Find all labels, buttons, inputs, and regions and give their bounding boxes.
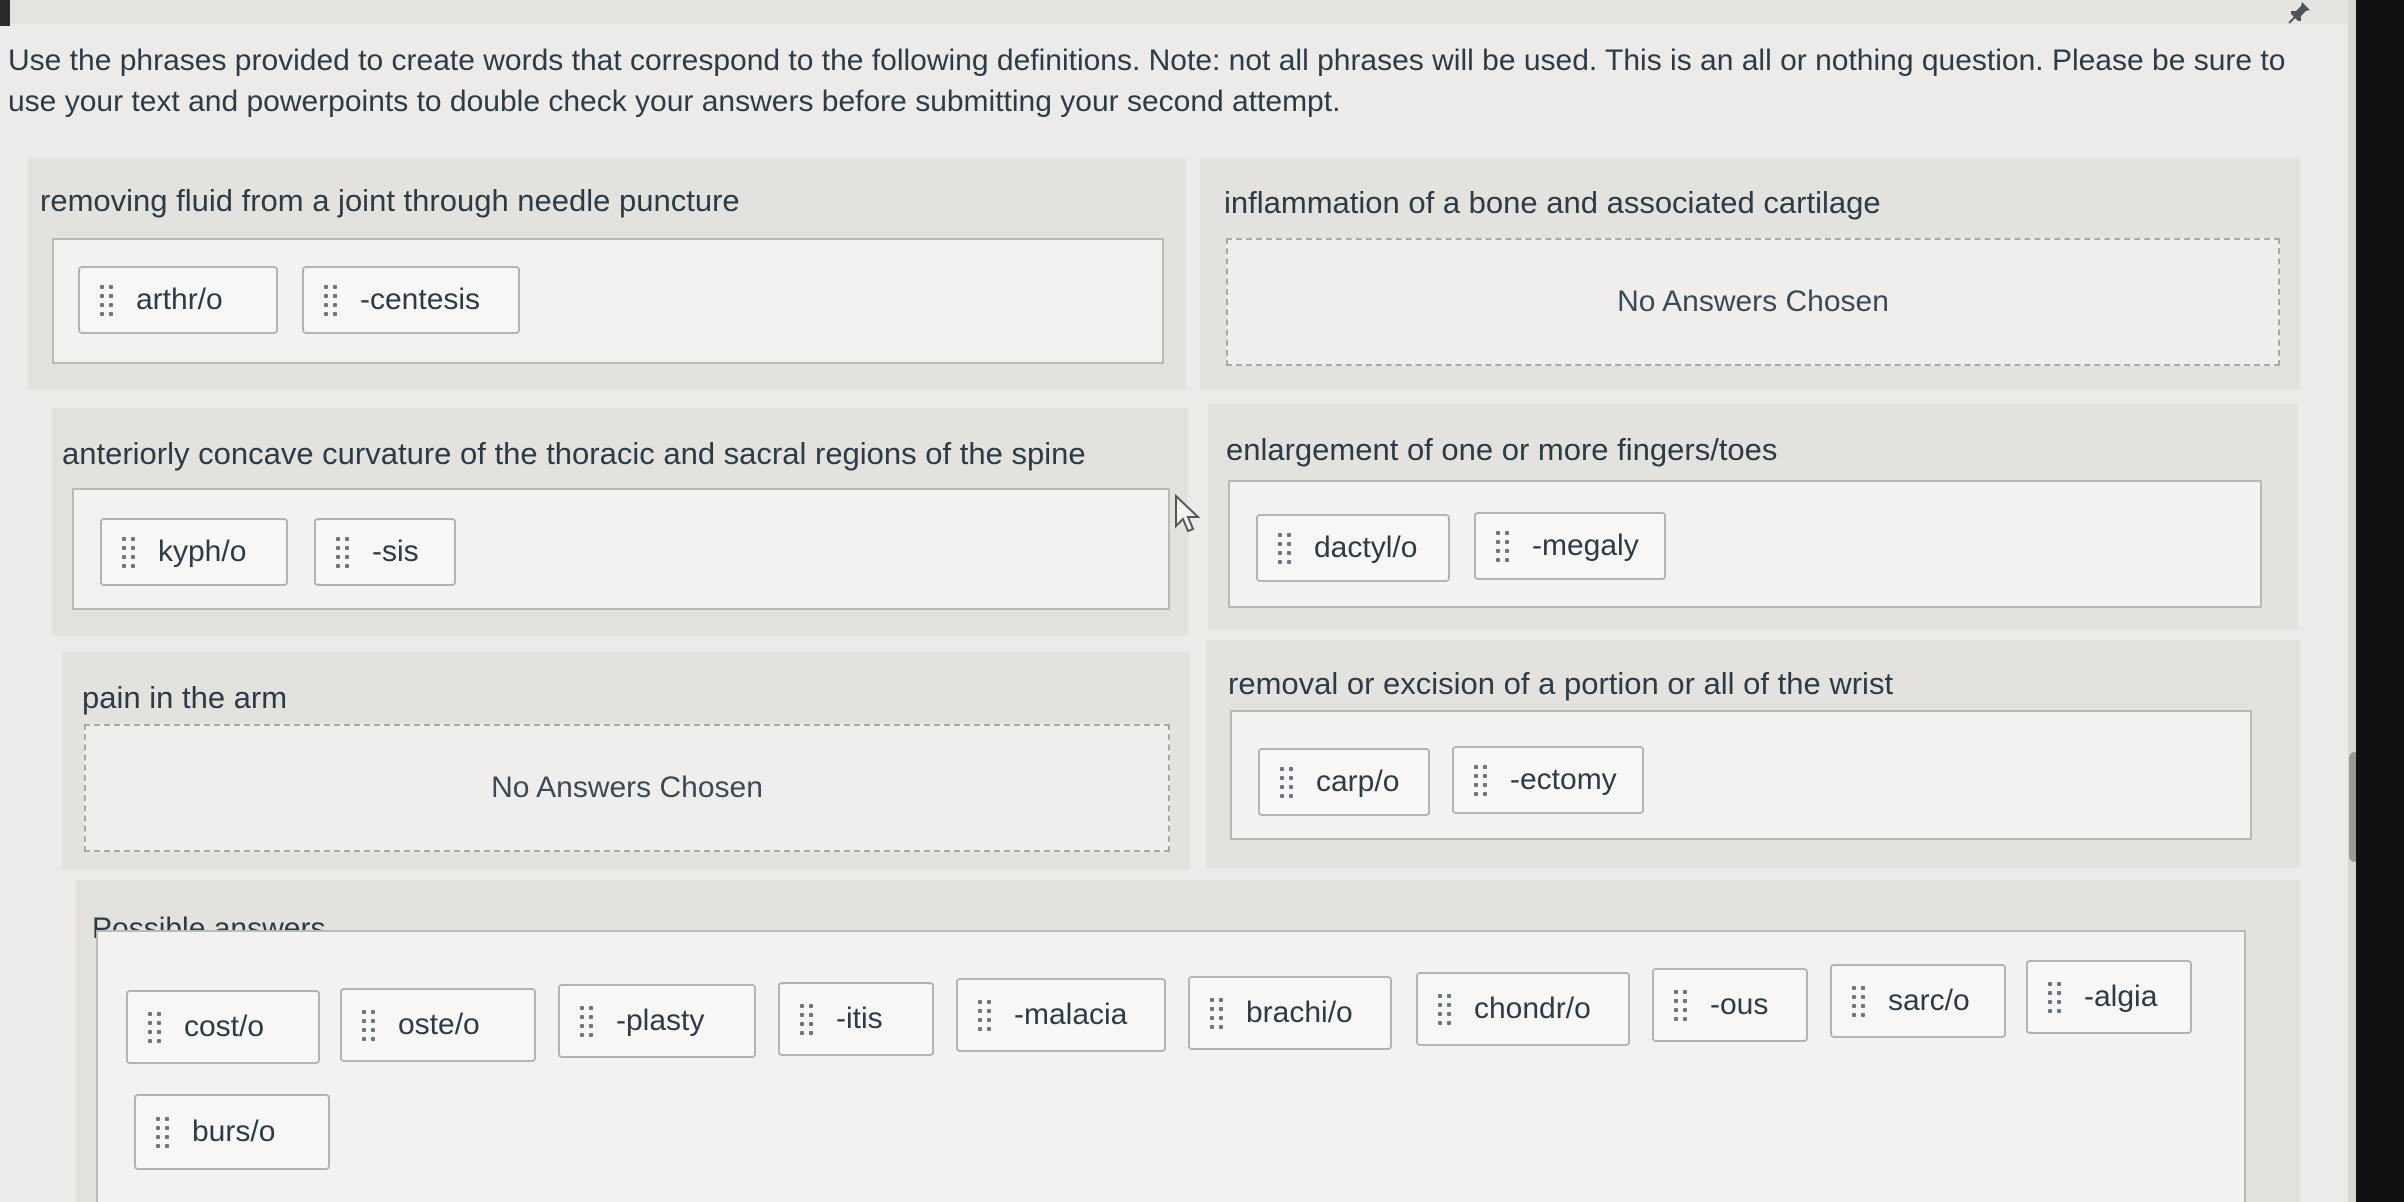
no-answers-chosen: No Answers Chosen xyxy=(1617,285,1889,318)
pool-chip-chondr[interactable]: chondr/o xyxy=(1416,972,1630,1046)
pool-chip-burs[interactable]: burs/o xyxy=(134,1094,330,1170)
drag-handle-icon[interactable] xyxy=(1674,989,1688,1021)
drag-handle-icon[interactable] xyxy=(1474,764,1488,796)
question-prompt-1: removing fluid from a joint through need… xyxy=(40,183,740,218)
drag-handle-icon[interactable] xyxy=(1280,766,1294,798)
answer-chip[interactable]: arthr/o xyxy=(78,266,278,334)
pool-chip-sarc[interactable]: sarc/o xyxy=(1830,964,2006,1038)
pool-chip-ous[interactable]: -ous xyxy=(1652,968,1808,1042)
pin-icon[interactable] xyxy=(2286,0,2312,26)
drag-handle-icon[interactable] xyxy=(362,1009,376,1041)
drag-handle-icon[interactable] xyxy=(148,1011,162,1043)
question-prompt-5: pain in the arm xyxy=(82,680,288,715)
pool-chip-algia[interactable]: -algia xyxy=(2026,960,2192,1034)
pool-chip-malacia[interactable]: -malacia xyxy=(956,978,1166,1052)
answer-chip[interactable]: -centesis xyxy=(302,266,520,334)
answer-chip[interactable]: carp/o xyxy=(1258,748,1430,816)
answer-chip[interactable]: -megaly xyxy=(1474,512,1666,580)
drag-handle-icon[interactable] xyxy=(336,536,350,568)
answer-dropzone-3[interactable]: kyph/o -sis xyxy=(72,488,1170,610)
drag-handle-icon[interactable] xyxy=(156,1116,170,1148)
drag-handle-icon[interactable] xyxy=(100,284,114,316)
answer-chip[interactable]: dactyl/o xyxy=(1256,514,1450,582)
drag-handle-icon[interactable] xyxy=(800,1003,814,1035)
left-edge-marker xyxy=(0,0,10,26)
mouse-cursor-icon xyxy=(1175,494,1201,533)
drag-handle-icon[interactable] xyxy=(1210,997,1224,1029)
answer-chip[interactable]: kyph/o xyxy=(100,518,288,586)
drag-handle-icon[interactable] xyxy=(978,999,992,1031)
drag-handle-icon[interactable] xyxy=(1438,993,1452,1025)
question-prompt-4: enlargement of one or more fingers/toes xyxy=(1226,432,1778,467)
answer-dropzone-1[interactable]: arthr/o -centesis xyxy=(52,238,1164,364)
pool-chip-brachi[interactable]: brachi/o xyxy=(1188,976,1392,1050)
drag-handle-icon[interactable] xyxy=(1278,532,1292,564)
screen-edge xyxy=(2356,0,2404,1202)
answer-chip[interactable]: -ectomy xyxy=(1452,746,1644,814)
answer-dropzone-4[interactable]: dactyl/o -megaly xyxy=(1228,480,2262,608)
no-answers-chosen: No Answers Chosen xyxy=(491,771,763,804)
drag-handle-icon[interactable] xyxy=(1852,985,1866,1017)
pool-chip-oste[interactable]: oste/o xyxy=(340,988,536,1062)
answer-chip[interactable]: -sis xyxy=(314,518,456,586)
drag-handle-icon[interactable] xyxy=(1496,530,1510,562)
drag-handle-icon[interactable] xyxy=(2048,981,2062,1013)
answer-dropzone-2[interactable]: No Answers Chosen xyxy=(1226,238,2280,366)
pool-chip-itis[interactable]: -itis xyxy=(778,982,934,1056)
drag-handle-icon[interactable] xyxy=(324,284,338,316)
question-prompt-3: anteriorly concave curvature of the thor… xyxy=(62,436,1086,471)
top-strip xyxy=(0,0,2404,24)
answer-dropzone-5[interactable]: No Answers Chosen xyxy=(84,724,1170,852)
answer-dropzone-6[interactable]: carp/o -ectomy xyxy=(1230,710,2252,840)
pool-chip-plasty[interactable]: -plasty xyxy=(558,984,756,1058)
question-prompt-6: removal or excision of a portion or all … xyxy=(1228,666,1894,701)
pool-chip-cost[interactable]: cost/o xyxy=(126,990,320,1064)
drag-handle-icon[interactable] xyxy=(122,536,136,568)
question-instructions: Use the phrases provided to create words… xyxy=(8,44,2286,118)
question-prompt-2: inflammation of a bone and associated ca… xyxy=(1224,185,1881,220)
drag-handle-icon[interactable] xyxy=(580,1005,594,1037)
